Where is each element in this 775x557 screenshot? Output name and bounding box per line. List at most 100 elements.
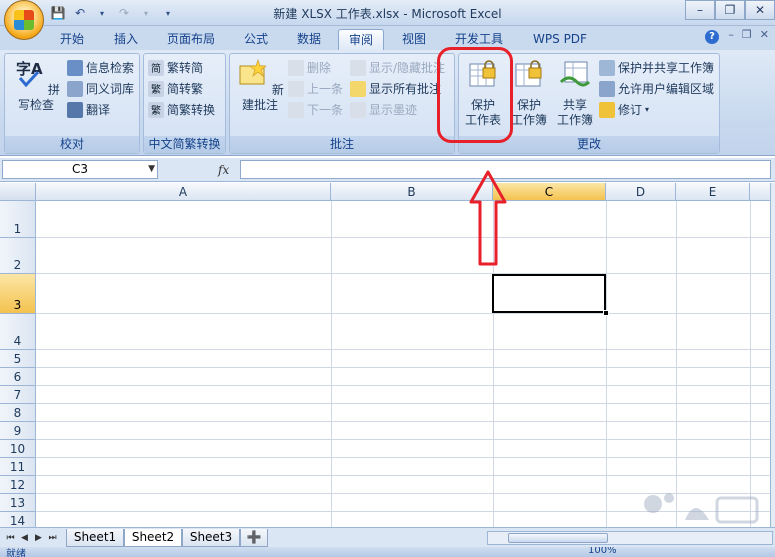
show-ink-icon [350, 102, 366, 118]
tab-view[interactable]: 视图 [392, 29, 436, 50]
previous-comment-icon [288, 81, 304, 97]
office-button[interactable] [4, 0, 44, 40]
protect-and-share-button[interactable]: 保护并共享工作簿 [599, 58, 714, 78]
translate-button[interactable]: 翻译 [67, 100, 110, 120]
tab-home[interactable]: 开始 [50, 29, 94, 50]
next-comment-button[interactable]: 下一条 [288, 100, 343, 120]
previous-comment-button[interactable]: 上一条 [288, 79, 343, 99]
research-button[interactable]: 信息检索 [67, 58, 134, 78]
tab-data[interactable]: 数据 [287, 29, 331, 50]
sheet-tab-1[interactable]: Sheet1 [66, 529, 124, 547]
row-header-11[interactable]: 11 [0, 458, 36, 476]
grid-line [606, 201, 607, 527]
translate-icon [67, 102, 83, 118]
grid-line [36, 439, 770, 440]
column-header-a[interactable]: A [36, 183, 331, 201]
share-workbook-button[interactable]: 共享 工作簿 [553, 58, 597, 128]
conversion-button[interactable]: 繁 简繁转换 [148, 100, 215, 120]
protect-workbook-icon [515, 60, 542, 87]
next-comment-label: 下一条 [307, 103, 344, 117]
vertical-scrollbar[interactable] [770, 183, 775, 527]
title-bar: 💾 ↶ ▾ ↷ ▾ ▾ 新建 XLSX 工作表.xlsx - Microsoft… [0, 0, 775, 40]
new-comment-button[interactable]: 新建批注 [233, 58, 287, 113]
active-cell[interactable] [492, 274, 606, 313]
column-header-c[interactable]: C [493, 183, 606, 201]
row-header-8[interactable]: 8 [0, 404, 36, 422]
grid-line [676, 201, 677, 527]
row-header-2[interactable]: 2 [0, 238, 36, 274]
thesaurus-button[interactable]: 同义词库 [67, 79, 134, 99]
spell-check-button[interactable]: 字A 拼写检查 [9, 58, 63, 113]
track-changes-label: 修订 [618, 103, 643, 117]
fill-handle[interactable] [603, 310, 609, 316]
to-simplified-button[interactable]: 简 繁转简 [148, 58, 203, 78]
row-header-4[interactable]: 4 [0, 314, 36, 350]
insert-function-icon[interactable]: fx [218, 163, 229, 177]
horizontal-scrollbar[interactable] [487, 531, 773, 545]
name-box[interactable]: C3 ▼ [2, 160, 158, 179]
tab-formulas[interactable]: 公式 [234, 29, 278, 50]
row-header-7[interactable]: 7 [0, 386, 36, 404]
research-label: 信息检索 [86, 61, 135, 75]
select-all-corner[interactable] [0, 183, 36, 201]
show-hide-comment-button[interactable]: 显示/隐藏批注 [350, 58, 445, 78]
sheet-tab-3[interactable]: Sheet3 [182, 529, 240, 547]
minimize-icon[interactable]: – [728, 28, 734, 41]
show-all-comments-label: 显示所有批注 [369, 82, 442, 96]
grid-line [750, 201, 751, 527]
first-sheet-icon[interactable]: ⏮ [4, 531, 17, 545]
tab-wps-pdf[interactable]: WPS PDF [522, 29, 598, 50]
close-icon[interactable]: ✕ [760, 28, 769, 41]
show-ink-label: 显示墨迹 [369, 103, 418, 117]
spreadsheet-grid[interactable]: A B C D E 1 2 3 4 5 6 7 8 9 10 11 12 13 … [0, 183, 770, 527]
grid-line [331, 201, 332, 527]
row-header-5[interactable]: 5 [0, 350, 36, 368]
restore-button[interactable]: ❐ [715, 0, 745, 20]
protect-and-share-icon [599, 60, 615, 76]
protect-workbook-label-1: 保护 [516, 98, 541, 112]
allow-edit-ranges-button[interactable]: 允许用户编辑区域 [599, 79, 714, 99]
row-header-12[interactable]: 12 [0, 476, 36, 494]
column-header-partial[interactable] [750, 183, 770, 201]
track-changes-button[interactable]: 修订 ▾ [599, 100, 649, 120]
insert-sheet-icon[interactable]: ➕ [240, 529, 268, 547]
status-bar: 就绪 100% [0, 547, 775, 557]
horizontal-scroll-thumb[interactable] [508, 533, 608, 543]
last-sheet-icon[interactable]: ⏭ [46, 531, 59, 545]
close-button[interactable]: ✕ [745, 0, 775, 20]
show-ink-button[interactable]: 显示墨迹 [350, 100, 417, 120]
tab-page-layout[interactable]: 页面布局 [158, 29, 224, 50]
baidu-watermark-logo [644, 493, 759, 524]
restore-icon[interactable]: ❐ [742, 28, 752, 41]
grid-line [36, 367, 770, 368]
minimize-button[interactable]: – [685, 0, 715, 20]
row-header-10[interactable]: 10 [0, 440, 36, 458]
delete-comment-button[interactable]: 删除 [288, 58, 331, 78]
show-hide-comment-icon [350, 60, 366, 76]
next-sheet-icon[interactable]: ▶ [32, 531, 45, 545]
to-traditional-button[interactable]: 繁 简转繁 [148, 79, 203, 99]
row-header-14[interactable]: 14 [0, 512, 36, 527]
row-header-13[interactable]: 13 [0, 494, 36, 512]
row-header-9[interactable]: 9 [0, 422, 36, 440]
help-icon[interactable]: ? [705, 30, 719, 44]
prev-sheet-icon[interactable]: ◀ [18, 531, 31, 545]
tab-insert[interactable]: 插入 [104, 29, 148, 50]
delete-comment-icon [288, 60, 304, 76]
sheet-tab-2[interactable]: Sheet2 [124, 529, 182, 547]
office-logo-icon [14, 10, 34, 30]
column-header-e[interactable]: E [676, 183, 750, 201]
row-header-3[interactable]: 3 [0, 274, 36, 314]
zoom-level[interactable]: 100% [588, 547, 617, 556]
name-box-value: C3 [71, 162, 88, 176]
row-header-6[interactable]: 6 [0, 368, 36, 386]
grid-line [36, 349, 770, 350]
show-all-comments-button[interactable]: 显示所有批注 [350, 79, 441, 99]
name-box-dropdown-icon[interactable]: ▼ [148, 161, 155, 178]
protect-workbook-button[interactable]: 保护 工作簿 [507, 58, 551, 128]
translate-label: 翻译 [86, 103, 111, 117]
tab-review[interactable]: 审阅 [338, 29, 384, 50]
protect-and-share-label: 保护并共享工作簿 [618, 61, 715, 75]
column-header-d[interactable]: D [606, 183, 676, 201]
row-header-1[interactable]: 1 [0, 201, 36, 238]
